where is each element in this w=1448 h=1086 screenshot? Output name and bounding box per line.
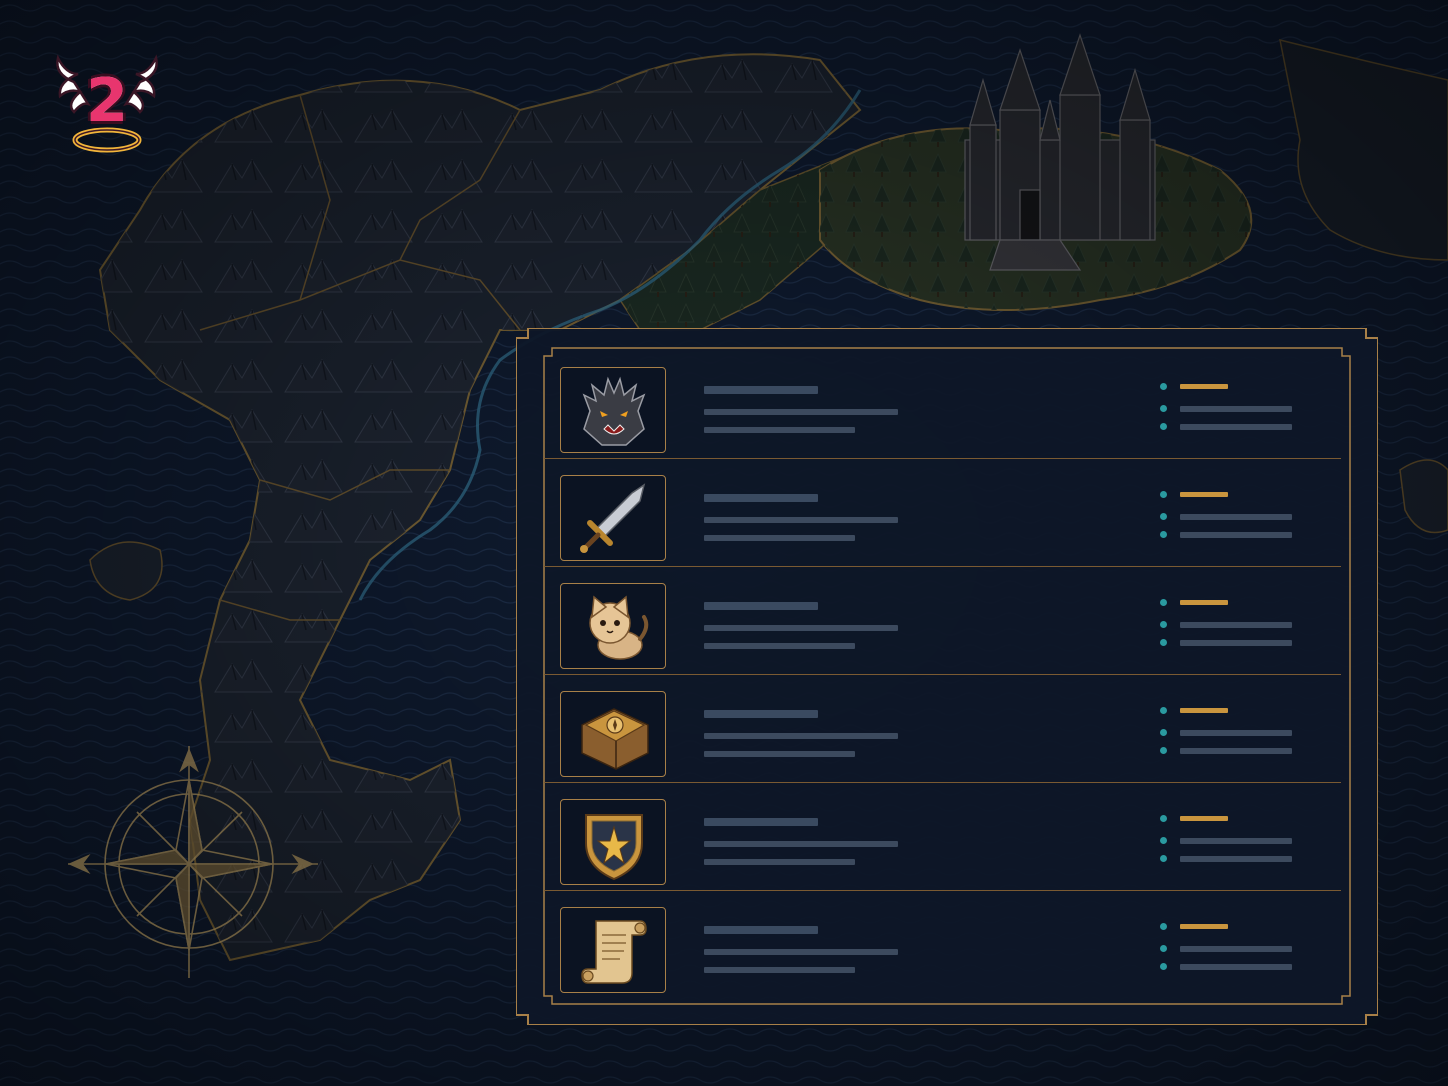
stat-bar — [1180, 514, 1292, 520]
stat-highlight-bar — [1180, 492, 1228, 497]
stat-bar — [1180, 838, 1292, 844]
list-item[interactable] — [544, 459, 1341, 567]
item-title-placeholder — [704, 386, 818, 394]
stat-bar — [1180, 730, 1292, 736]
item-description-placeholder — [704, 733, 898, 739]
stat-bullet — [1160, 815, 1167, 822]
item-thumbnail — [560, 475, 666, 561]
item-description-placeholder — [704, 859, 855, 865]
item-thumbnail — [560, 583, 666, 669]
item-list-panel — [516, 328, 1378, 1025]
stat-bullet — [1160, 747, 1167, 754]
stat-bullet — [1160, 639, 1167, 646]
list-item[interactable] — [544, 783, 1341, 891]
item-title-placeholder — [704, 494, 818, 502]
cat-pet-icon — [589, 595, 649, 660]
stat-bullet — [1160, 729, 1167, 736]
item-title-placeholder — [704, 926, 818, 934]
stat-bullet — [1160, 855, 1167, 862]
stat-bullet — [1160, 707, 1167, 714]
stat-bar — [1180, 856, 1292, 862]
item-description-placeholder — [704, 625, 898, 631]
stat-bar — [1180, 424, 1292, 430]
stat-bullet — [1160, 621, 1167, 628]
list-item[interactable] — [544, 567, 1341, 675]
item-thumbnail — [560, 367, 666, 453]
stat-bar — [1180, 532, 1292, 538]
item-description-placeholder — [704, 751, 855, 757]
stat-highlight-bar — [1180, 600, 1228, 605]
stat-highlight-bar — [1180, 816, 1228, 821]
stat-highlight-bar — [1180, 924, 1228, 929]
item-description-placeholder — [704, 949, 898, 955]
list-item[interactable] — [544, 891, 1341, 999]
stat-bullet — [1160, 491, 1167, 498]
item-description-placeholder — [704, 643, 855, 649]
spellbook-icon — [581, 708, 649, 770]
stat-bullet — [1160, 383, 1167, 390]
stat-bullet — [1160, 513, 1167, 520]
stat-bullet — [1160, 945, 1167, 952]
item-description-placeholder — [704, 409, 898, 415]
item-thumbnail — [560, 799, 666, 885]
monster-head-icon — [582, 376, 646, 446]
item-description-placeholder — [704, 535, 855, 541]
item-thumbnail — [560, 907, 666, 993]
stat-bullet — [1160, 599, 1167, 606]
stat-bar — [1180, 748, 1292, 754]
stat-bar — [1180, 406, 1292, 412]
item-list — [544, 351, 1350, 1003]
stat-bullet — [1160, 923, 1167, 930]
compass-rose-icon — [68, 746, 318, 978]
stat-bullet — [1160, 423, 1167, 430]
item-description-placeholder — [704, 841, 898, 847]
stat-bar — [1180, 640, 1292, 646]
item-description-placeholder — [704, 967, 855, 973]
stat-bar — [1180, 946, 1292, 952]
item-title-placeholder — [704, 602, 818, 610]
item-title-placeholder — [704, 818, 818, 826]
stat-bar — [1180, 964, 1292, 970]
item-title-placeholder — [704, 710, 818, 718]
sword-icon — [580, 483, 646, 553]
level-badge[interactable]: 2 — [52, 52, 162, 162]
stat-bullet — [1160, 531, 1167, 538]
stat-highlight-bar — [1180, 708, 1228, 713]
stat-bullet — [1160, 405, 1167, 412]
list-item[interactable] — [544, 351, 1341, 459]
star-shield-icon — [585, 814, 643, 881]
item-description-placeholder — [704, 427, 855, 433]
stat-bullet — [1160, 837, 1167, 844]
list-item[interactable] — [544, 675, 1341, 783]
stat-highlight-bar — [1180, 384, 1228, 389]
item-description-placeholder — [704, 517, 898, 523]
level-number: 2 — [86, 66, 128, 136]
game-screen: 2 — [0, 0, 1448, 1086]
scroll-icon — [581, 920, 647, 984]
stat-bar — [1180, 622, 1292, 628]
item-thumbnail — [560, 691, 666, 777]
stat-bullet — [1160, 963, 1167, 970]
